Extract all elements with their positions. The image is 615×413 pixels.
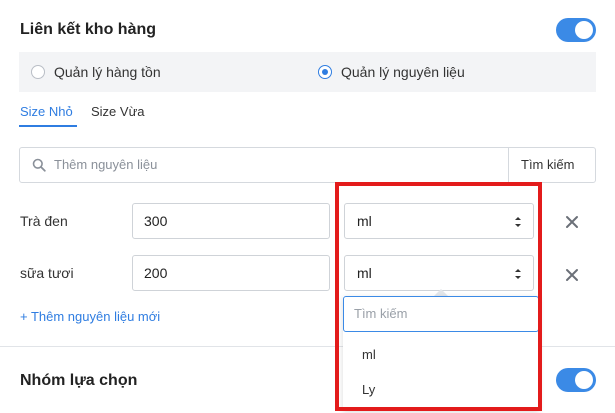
dropdown-option-ly[interactable]: Ly (362, 382, 375, 397)
option-group-title: Nhóm lựa chọn (20, 372, 138, 389)
inventory-section-title: Liên kết kho hàng (20, 21, 157, 38)
ingredient-search-input[interactable]: Thêm nguyên liệu (54, 157, 157, 172)
unit-dropdown: Tìm kiếm ml Ly (343, 296, 539, 410)
search-icon (32, 158, 46, 172)
sort-chevron-icon (515, 269, 521, 279)
quantity-input[interactable]: 200 (132, 255, 330, 291)
option-group-toggle[interactable] (556, 368, 596, 392)
ingredient-name: Trà đen (20, 213, 68, 229)
unit-select-value: ml (357, 213, 372, 229)
radio-ingredient-management-label[interactable]: Quản lý nguyên liệu (341, 64, 465, 80)
tab-size-small[interactable]: Size Nhỏ (20, 104, 73, 119)
inventory-mode-group: Quản lý hàng tồn Quản lý nguyên liệu (19, 52, 596, 92)
ingredient-name: sữa tươi (20, 265, 74, 281)
search-button[interactable]: Tìm kiếm (521, 157, 574, 172)
unit-select[interactable]: ml (344, 203, 534, 239)
toggle-knob (575, 371, 593, 389)
active-tab-indicator (19, 125, 77, 127)
dropdown-option-ml[interactable]: ml (362, 347, 376, 362)
remove-ingredient-icon[interactable] (565, 268, 579, 282)
radio-stock-management-label[interactable]: Quản lý hàng tồn (54, 64, 161, 80)
add-ingredient-link[interactable]: + Thêm nguyên liệu mới (20, 309, 160, 324)
ingredient-search-bar: Thêm nguyên liệu Tìm kiếm (19, 147, 596, 183)
radio-ingredient-management[interactable] (318, 65, 332, 79)
dropdown-search-input[interactable]: Tìm kiếm (343, 296, 539, 332)
quantity-input[interactable]: 300 (132, 203, 330, 239)
unit-select-value: ml (357, 265, 372, 281)
radio-stock-management[interactable] (31, 65, 45, 79)
inventory-toggle[interactable] (556, 18, 596, 42)
toggle-knob (575, 21, 593, 39)
remove-ingredient-icon[interactable] (565, 215, 579, 229)
search-divider (508, 148, 509, 182)
unit-select[interactable]: ml (344, 255, 534, 291)
tab-size-medium[interactable]: Size Vừa (91, 104, 145, 119)
sort-chevron-icon (515, 217, 521, 227)
dropdown-caret (434, 289, 448, 296)
